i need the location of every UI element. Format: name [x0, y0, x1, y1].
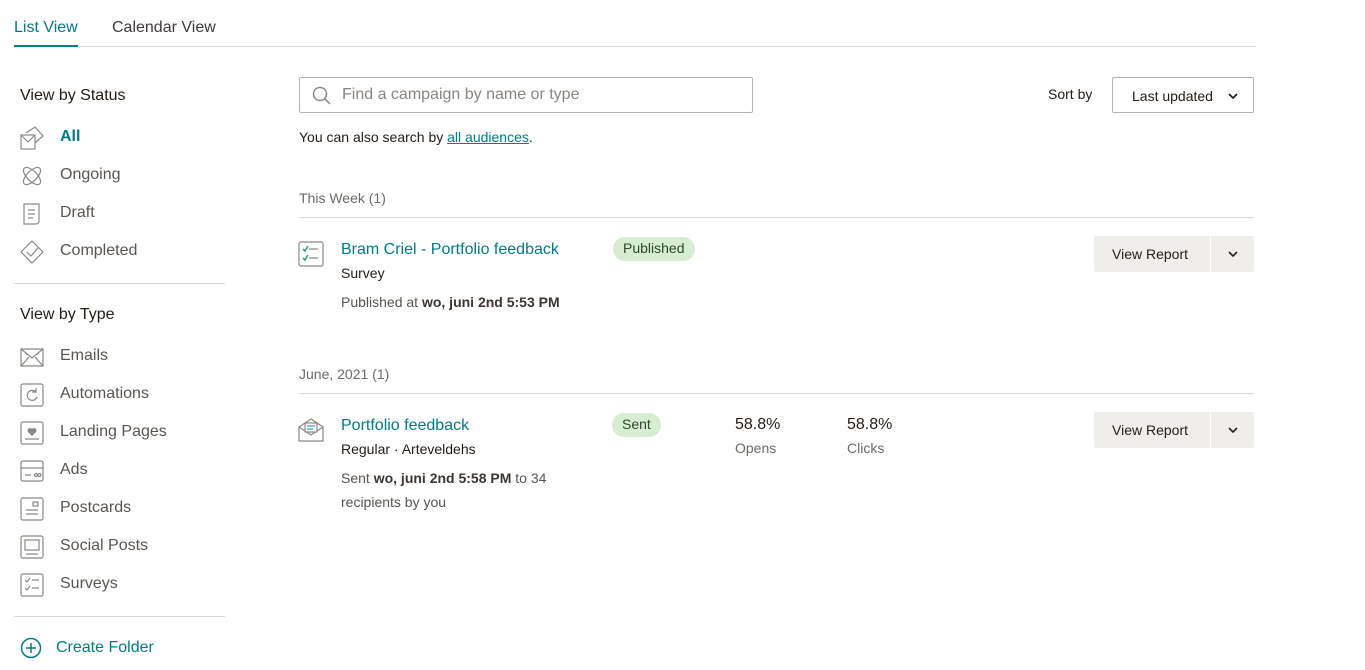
- opens-value: 58.8%: [735, 416, 781, 433]
- sidebar-divider: [14, 616, 225, 617]
- postcard-icon: [20, 497, 44, 521]
- landing-page-icon: [20, 421, 44, 445]
- draft-icon: [23, 203, 40, 225]
- search-hint-suffix: .: [528, 129, 533, 145]
- sidebar-item-draft[interactable]: Draft: [20, 201, 225, 227]
- more-actions-button[interactable]: [1211, 236, 1254, 272]
- view-report-button[interactable]: View Report: [1094, 236, 1210, 272]
- sort-selected-value: Last updated: [1132, 88, 1213, 104]
- status-heading: View by Status: [20, 87, 126, 104]
- ongoing-icon: [22, 166, 42, 186]
- clicks-value: 58.8%: [847, 416, 893, 433]
- sidebar-item-postcards[interactable]: Postcards: [20, 496, 225, 522]
- view-report-label: View Report: [1112, 246, 1189, 262]
- sidebar-item-label: All: [60, 128, 81, 145]
- sidebar-item-completed[interactable]: Completed: [20, 239, 225, 265]
- meta-prefix: Sent: [341, 470, 374, 486]
- sidebar-item-ads[interactable]: Ads: [20, 458, 225, 484]
- campaign-meta: Sent wo, juni 2nd 5:58 PM to 34 recipient…: [341, 466, 546, 514]
- type-heading: View by Type: [20, 306, 115, 323]
- sidebar-item-label: Automations: [60, 385, 149, 402]
- sidebar-item-label: Draft: [60, 204, 95, 221]
- create-folder-label: Create Folder: [56, 639, 154, 656]
- social-post-icon: [20, 535, 44, 559]
- sidebar-item-label: Surveys: [60, 575, 118, 592]
- survey-icon: [298, 241, 324, 267]
- sidebar-item-landing-pages[interactable]: Landing Pages: [20, 420, 225, 446]
- group-heading-june-2021: June, 2021 (1): [299, 366, 390, 382]
- group-divider: [299, 217, 1254, 218]
- sort-dropdown[interactable]: Last updated: [1112, 77, 1254, 113]
- meta-line2: recipients by you: [341, 494, 447, 510]
- campaign-type: Survey: [341, 265, 385, 281]
- sidebar-item-label: Emails: [60, 347, 109, 364]
- search-input[interactable]: [342, 84, 742, 106]
- sidebar-item-surveys[interactable]: Surveys: [20, 572, 225, 598]
- search-icon: [312, 86, 331, 105]
- sidebar-item-label: Social Posts: [60, 537, 149, 554]
- all-audiences-link[interactable]: all audiences: [447, 129, 529, 145]
- group-divider: [299, 393, 1254, 394]
- meta-date: wo, juni 2nd 5:58 PM: [373, 470, 512, 486]
- meta-date: wo, juni 2nd 5:53 PM: [421, 294, 560, 310]
- sidebar-item-label: Completed: [60, 242, 138, 259]
- status-badge: Sent: [612, 413, 661, 437]
- group-heading-this-week: This Week (1): [299, 190, 386, 206]
- campaign-title[interactable]: Bram Criel - Portfolio feedback: [341, 241, 559, 259]
- search-hint: You can also search by all audiences.: [299, 129, 533, 145]
- chevron-down-icon: [1228, 251, 1238, 258]
- opens-label: Opens: [735, 440, 777, 456]
- tab-list-view[interactable]: List View: [14, 19, 78, 47]
- email-icon: [20, 348, 44, 367]
- more-actions-button[interactable]: [1211, 412, 1254, 448]
- search-hint-prefix: You can also search by: [299, 129, 448, 145]
- view-report-label: View Report: [1112, 422, 1189, 438]
- sidebar-item-label: Postcards: [60, 499, 132, 516]
- search-field[interactable]: [299, 77, 753, 113]
- automation-icon: [20, 383, 44, 407]
- view-tabs: List View Calendar View: [14, 0, 1255, 47]
- tab-calendar-view[interactable]: Calendar View: [112, 19, 216, 45]
- sort-label: Sort by: [1048, 86, 1093, 102]
- chevron-down-icon: [1228, 93, 1238, 100]
- chevron-down-icon: [1228, 427, 1238, 434]
- sidebar-item-label: Ads: [60, 461, 88, 478]
- status-badge: Published: [613, 237, 695, 261]
- survey-icon: [20, 573, 44, 597]
- sidebar-item-ongoing[interactable]: Ongoing: [20, 163, 225, 189]
- clicks-label: Clicks: [847, 440, 885, 456]
- campaign-type: Regular · Arteveldehs: [341, 441, 476, 457]
- sidebar-item-all[interactable]: All: [20, 125, 225, 151]
- meta-suffix: to 34: [511, 470, 547, 486]
- sidebar-item-automations[interactable]: Automations: [20, 382, 225, 408]
- create-folder-button[interactable]: Create Folder: [20, 636, 225, 662]
- sidebar-divider: [14, 283, 225, 284]
- campaign-title[interactable]: Portfolio feedback: [341, 417, 469, 435]
- completed-icon: [20, 240, 44, 264]
- sidebar-item-emails[interactable]: Emails: [20, 344, 225, 370]
- email-campaign-icon: [298, 418, 324, 442]
- plus-circle-icon: [20, 637, 42, 659]
- sidebar-item-social-posts[interactable]: Social Posts: [20, 534, 225, 560]
- campaign-all-icon: [20, 126, 44, 150]
- sidebar-item-label: Ongoing: [60, 166, 121, 183]
- ads-icon: [20, 460, 44, 482]
- view-report-button[interactable]: View Report: [1094, 412, 1210, 448]
- sidebar-item-label: Landing Pages: [60, 423, 167, 440]
- campaign-meta: Published at wo, juni 2nd 5:53 PM: [341, 290, 560, 314]
- meta-prefix: Published at: [341, 294, 422, 310]
